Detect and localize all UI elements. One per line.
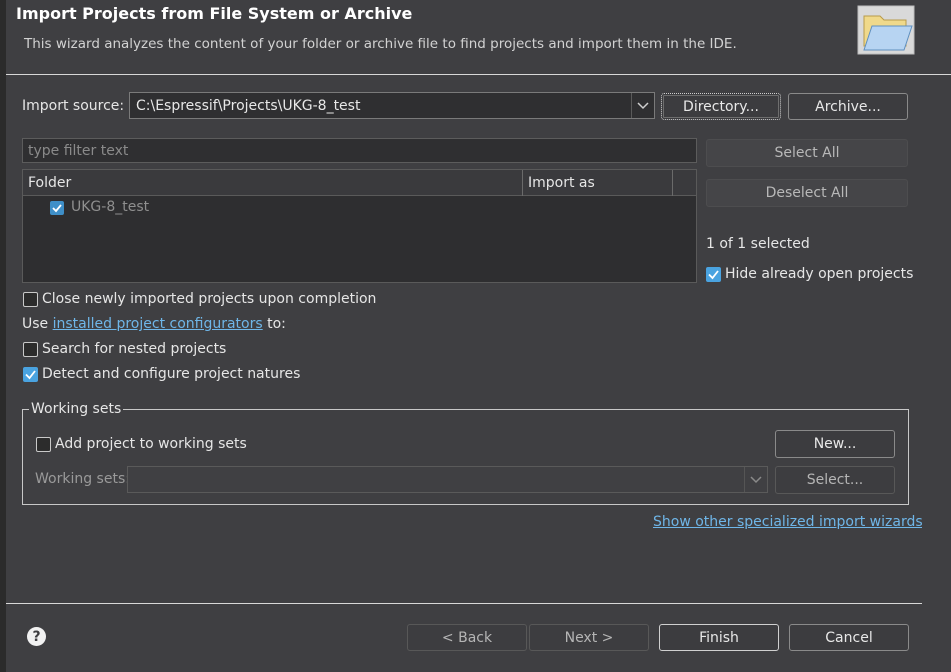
- import-source-value: C:\Espressif\Projects\UKG-8_test: [136, 97, 361, 114]
- import-source-combo[interactable]: C:\Espressif\Projects\UKG-8_test: [129, 92, 655, 119]
- row-checkbox[interactable]: [50, 201, 64, 215]
- column-divider: [522, 170, 523, 196]
- close-imported-label[interactable]: Close newly imported projects upon compl…: [42, 291, 376, 307]
- back-button[interactable]: < Back: [407, 624, 527, 651]
- working-sets-label: Working sets:: [35, 471, 130, 487]
- chevron-down-icon[interactable]: [631, 93, 654, 118]
- use-suffix: to:: [262, 316, 286, 332]
- add-to-working-sets-label[interactable]: Add project to working sets: [55, 436, 247, 452]
- hide-open-projects-checkbox[interactable]: [706, 267, 721, 282]
- detect-natures-label[interactable]: Detect and configure project natures: [42, 366, 300, 382]
- use-prefix: Use: [22, 316, 53, 332]
- import-source-label: Import source:: [22, 98, 125, 114]
- working-sets-group-label: Working sets: [29, 401, 124, 417]
- window-edge: [922, 76, 951, 672]
- add-to-working-sets-checkbox[interactable]: [36, 437, 51, 452]
- close-imported-checkbox[interactable]: [23, 292, 38, 307]
- installed-configurators-link[interactable]: installed project configurators: [53, 316, 263, 332]
- working-sets-combo[interactable]: [127, 466, 768, 493]
- select-all-button[interactable]: Select All: [706, 139, 908, 167]
- search-nested-label[interactable]: Search for nested projects: [42, 341, 226, 357]
- window-edge: [0, 0, 6, 672]
- wizard-title: Import Projects from File System or Arch…: [16, 4, 413, 23]
- detect-natures-checkbox[interactable]: [23, 367, 38, 382]
- directory-button[interactable]: Directory...: [661, 93, 781, 120]
- hide-open-projects-label[interactable]: Hide already open projects: [725, 266, 913, 282]
- footer-divider: [6, 603, 922, 604]
- filter-input[interactable]: type filter text: [22, 138, 697, 163]
- chevron-down-icon[interactable]: [744, 467, 767, 492]
- archive-button[interactable]: Archive...: [788, 93, 908, 120]
- select-working-set-button[interactable]: Select...: [775, 466, 895, 494]
- next-button[interactable]: Next >: [529, 624, 649, 651]
- finish-button[interactable]: Finish: [659, 624, 779, 651]
- column-header-folder[interactable]: Folder: [28, 175, 71, 191]
- deselect-all-button[interactable]: Deselect All: [706, 179, 908, 207]
- row-folder-name: UKG-8_test: [71, 199, 150, 215]
- table-header: Folder Import as: [23, 170, 696, 196]
- folder-icon: [856, 4, 918, 56]
- projects-table[interactable]: Folder Import as UKG-8_test: [22, 169, 697, 283]
- table-row[interactable]: UKG-8_test: [23, 197, 696, 219]
- column-divider: [672, 170, 673, 196]
- new-working-set-button[interactable]: New...: [775, 430, 895, 458]
- selection-status: 1 of 1 selected: [706, 236, 810, 252]
- wizard-description: This wizard analyzes the content of your…: [24, 36, 737, 52]
- cancel-button[interactable]: Cancel: [789, 624, 909, 651]
- configurators-text: Use installed project configurators to:: [22, 316, 286, 332]
- help-icon[interactable]: ?: [27, 627, 46, 646]
- search-nested-checkbox[interactable]: [23, 342, 38, 357]
- header-divider: [6, 74, 951, 75]
- column-header-import-as[interactable]: Import as: [528, 175, 595, 191]
- other-import-wizards-link[interactable]: Show other specialized import wizards: [653, 514, 923, 530]
